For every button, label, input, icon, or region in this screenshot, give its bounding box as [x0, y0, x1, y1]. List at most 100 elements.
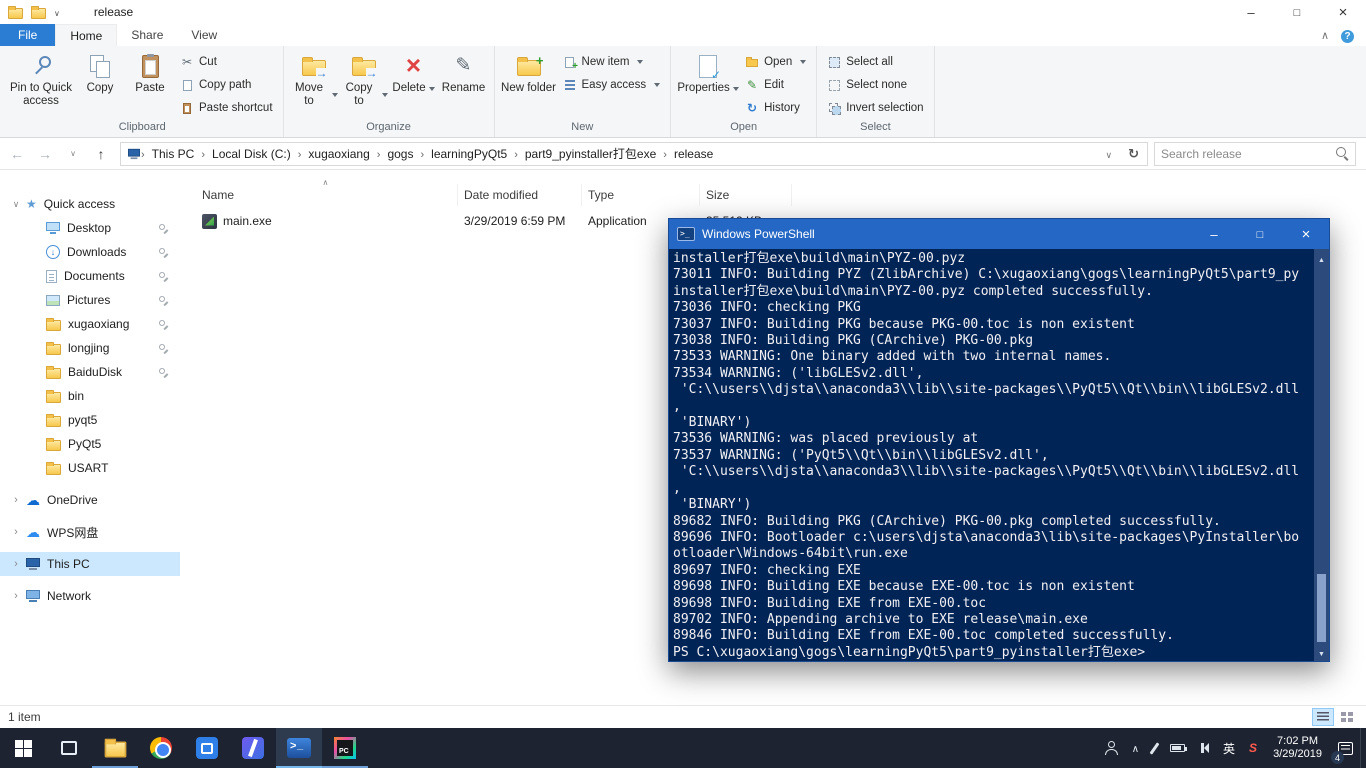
breadcrumb-bar[interactable]: This PC Local Disk (C:) xugaoxiang gogs … — [120, 142, 1148, 166]
copy-button[interactable]: Copy — [76, 49, 124, 95]
chevron-right-icon[interactable] — [10, 526, 22, 538]
edit-button[interactable]: Edit — [741, 75, 810, 95]
address-dropdown-icon[interactable] — [1098, 147, 1121, 161]
powershell-titlebar[interactable]: Windows PowerShell — [669, 219, 1329, 249]
pen-button[interactable] — [1146, 728, 1163, 768]
collapse-ribbon-icon[interactable] — [1321, 28, 1329, 42]
tab-home[interactable]: Home — [55, 24, 117, 46]
ps-close-button[interactable] — [1283, 219, 1329, 249]
taskbar-powershell[interactable] — [276, 728, 322, 768]
tab-file[interactable]: File — [0, 24, 55, 46]
rename-button[interactable]: Rename — [440, 49, 488, 95]
easy-access-button[interactable]: Easy access — [559, 75, 665, 95]
help-icon[interactable] — [1341, 28, 1354, 43]
open-button[interactable]: Open — [741, 52, 810, 72]
taskbar-blue-app[interactable] — [184, 728, 230, 768]
breadcrumb-learningpyqt5[interactable]: learningPyQt5 — [424, 143, 514, 165]
sidebar-item-pyqt5-lower[interactable]: pyqt5 — [0, 408, 180, 432]
chevron-right-icon[interactable] — [10, 590, 22, 602]
cut-button[interactable]: Cut — [176, 52, 277, 72]
sidebar-onedrive[interactable]: OneDrive — [0, 488, 180, 512]
recent-locations-dropdown-icon[interactable] — [60, 142, 86, 166]
sidebar-item-pictures[interactable]: Pictures — [0, 288, 180, 312]
chevron-down-icon[interactable] — [10, 198, 22, 210]
clock[interactable]: 7:02 PM 3/29/2019 — [1264, 728, 1331, 768]
column-header-size[interactable]: Size — [700, 184, 792, 206]
copy-path-button[interactable]: Copy path — [176, 75, 277, 95]
qat-customize-dropdown-icon[interactable] — [54, 5, 60, 19]
sidebar-item-baidudisk[interactable]: BaiduDisk — [0, 360, 180, 384]
scrollbar[interactable] — [1314, 249, 1329, 661]
select-none-button[interactable]: Select none — [823, 75, 927, 95]
large-icons-view-button[interactable] — [1336, 708, 1358, 726]
refresh-icon[interactable] — [1120, 146, 1147, 162]
paste-shortcut-button[interactable]: Paste shortcut — [176, 98, 277, 118]
ime-indicator[interactable]: 英 — [1216, 728, 1242, 768]
history-button[interactable]: History — [741, 98, 810, 118]
task-view-button[interactable] — [46, 728, 92, 768]
volume-button[interactable] — [1192, 728, 1216, 768]
breadcrumb-release[interactable]: release — [667, 143, 720, 165]
pin-to-quick-access-button[interactable]: Pin to Quick access — [8, 49, 74, 108]
taskbar-file-explorer[interactable] — [92, 728, 138, 768]
start-button[interactable] — [0, 728, 46, 768]
taskbar-pycharm[interactable] — [322, 728, 368, 768]
taskbar-chrome[interactable] — [138, 728, 184, 768]
sidebar-quick-access[interactable]: Quick access — [0, 192, 180, 216]
battery-button[interactable] — [1163, 728, 1192, 768]
column-header-date-modified[interactable]: Date modified — [458, 184, 582, 206]
maximize-button[interactable] — [1274, 0, 1320, 24]
new-folder-button[interactable]: New folder — [501, 49, 557, 95]
scroll-down-icon[interactable] — [1318, 645, 1325, 659]
minimize-button[interactable] — [1228, 0, 1274, 24]
move-to-button[interactable]: Move to — [290, 49, 338, 108]
sidebar-item-bin[interactable]: bin — [0, 384, 180, 408]
show-desktop-button[interactable] — [1360, 728, 1366, 768]
copy-to-button[interactable]: Copy to — [340, 49, 388, 108]
breadcrumb-this-pc[interactable]: This PC — [145, 143, 202, 165]
scrollbar-thumb[interactable] — [1317, 574, 1326, 642]
breadcrumb-gogs[interactable]: gogs — [380, 143, 420, 165]
hidden-icons-button[interactable] — [1125, 728, 1146, 768]
ps-minimize-button[interactable] — [1191, 219, 1237, 249]
sidebar-item-usart[interactable]: USART — [0, 456, 180, 480]
select-all-button[interactable]: Select all — [823, 52, 927, 72]
sidebar-item-desktop[interactable]: Desktop — [0, 216, 180, 240]
details-view-button[interactable] — [1312, 708, 1334, 726]
tab-view[interactable]: View — [177, 24, 231, 46]
properties-button[interactable]: Properties — [677, 49, 739, 95]
column-header-name[interactable]: Name — [196, 184, 458, 206]
tab-share[interactable]: Share — [117, 24, 177, 46]
breadcrumb-local-disk-c[interactable]: Local Disk (C:) — [205, 143, 298, 165]
qat-folder-icon[interactable] — [31, 8, 46, 19]
chevron-right-icon[interactable] — [10, 494, 22, 506]
sidebar-item-documents[interactable]: Documents — [0, 264, 180, 288]
console-output[interactable]: installer打包exe\build\main\PYZ-00.pyz 730… — [669, 249, 1329, 661]
breadcrumb-xugaoxiang[interactable]: xugaoxiang — [301, 143, 376, 165]
search-input[interactable] — [1161, 147, 1336, 161]
action-center-button[interactable]: 4 — [1331, 728, 1360, 768]
chevron-right-icon[interactable] — [10, 558, 22, 570]
delete-button[interactable]: Delete — [390, 49, 438, 95]
scroll-up-icon[interactable] — [1318, 251, 1325, 265]
sidebar-item-xugaoxiang[interactable]: xugaoxiang — [0, 312, 180, 336]
sogou-input-icon[interactable]: S — [1242, 728, 1264, 768]
people-button[interactable] — [1097, 728, 1125, 768]
sidebar-wps-cloud[interactable]: WPS网盘 — [0, 520, 180, 544]
sidebar-item-longjing[interactable]: longjing — [0, 336, 180, 360]
breadcrumb-part9-pyinstaller[interactable]: part9_pyinstaller打包exe — [518, 143, 663, 165]
search-box[interactable] — [1154, 142, 1356, 166]
forward-button[interactable] — [32, 142, 58, 166]
sidebar-item-pyqt5-upper[interactable]: PyQt5 — [0, 432, 180, 456]
sidebar-item-downloads[interactable]: Downloads — [0, 240, 180, 264]
invert-selection-button[interactable]: Invert selection — [823, 98, 927, 118]
close-button[interactable] — [1320, 0, 1366, 24]
taskbar-visual-studio[interactable] — [230, 728, 276, 768]
ps-maximize-button[interactable] — [1237, 219, 1283, 249]
new-item-button[interactable]: New item — [559, 52, 665, 72]
sidebar-network[interactable]: Network — [0, 584, 180, 608]
back-button[interactable] — [4, 142, 30, 166]
column-header-type[interactable]: Type — [582, 184, 700, 206]
up-button[interactable] — [88, 142, 114, 166]
sidebar-this-pc[interactable]: This PC — [0, 552, 180, 576]
